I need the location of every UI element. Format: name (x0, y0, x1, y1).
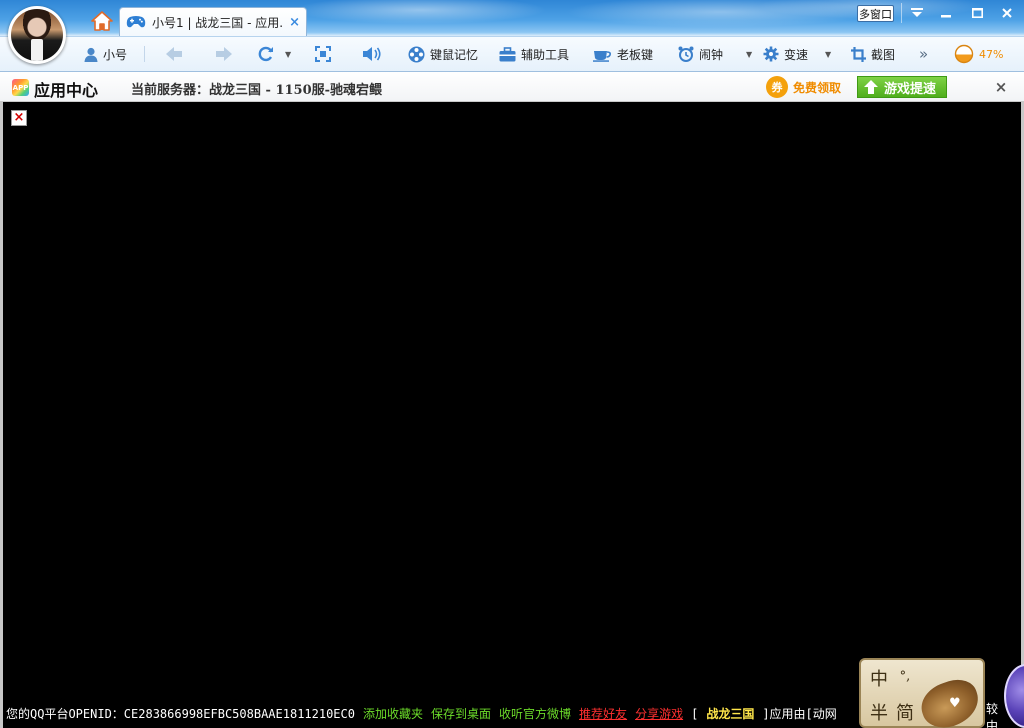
tab-close-button[interactable]: × (289, 15, 300, 30)
tab-game[interactable]: 小号1 | 战龙三国 - 应用... × (119, 7, 307, 36)
toolbar-item-screenshot[interactable]: 截图 (851, 43, 895, 65)
memory-usage-indicator[interactable]: 47% (954, 43, 1003, 65)
provider-prefix: [ (691, 706, 699, 721)
forward-button[interactable] (216, 43, 232, 65)
save-desktop-link[interactable]: 保存到桌面 (431, 705, 491, 722)
share-game-link[interactable]: 分享游戏 (635, 705, 683, 722)
arrow-right-icon (216, 47, 232, 61)
minimize-button[interactable] (932, 3, 960, 23)
arrow-up-house-icon (864, 80, 878, 94)
heart-icon: ♥ (949, 696, 961, 711)
recommend-friends-link[interactable]: 推荐好友 (579, 705, 627, 722)
toolbar-item-alarm[interactable]: 闹钟 ▼ (678, 43, 752, 65)
app-bar-close-button[interactable]: × (993, 78, 1009, 96)
gamepad-icon (126, 16, 146, 28)
window-menu-button[interactable] (903, 3, 931, 23)
toolbar-item-label: 截图 (871, 47, 896, 62)
dropdown-menu-icon (911, 8, 923, 17)
film-reel-icon (408, 46, 425, 62)
follow-weibo-link[interactable]: 收听官方微博 (499, 705, 571, 722)
add-favorites-link[interactable]: 添加收藏夹 (363, 705, 423, 722)
game-provider-text: [ 战龙三国 ]应用由[动网 (691, 705, 845, 722)
ime-punctuation-mode[interactable]: °, (891, 662, 919, 690)
game-name: 战龙三国 (706, 706, 755, 721)
coupon-icon: 券 (766, 76, 788, 98)
status-bar-tail: 较中 (986, 700, 1006, 728)
game-speedup-button[interactable]: 游戏提速 (857, 76, 947, 98)
app-center-logo: APP (12, 79, 29, 96)
ime-halfwidth-mode[interactable]: 半 (865, 698, 893, 726)
account-button[interactable]: 小号 (84, 43, 127, 65)
toolbar-item-boss-key[interactable]: 老板键 (593, 43, 653, 65)
fullscreen-button[interactable] (315, 43, 331, 65)
arrow-left-icon (166, 47, 182, 61)
memory-ball-icon (954, 44, 974, 64)
app-center-title[interactable]: 应用中心 (34, 77, 98, 101)
account-label: 小号 (103, 47, 128, 62)
free-claim-button[interactable]: 券 免费领取 (766, 76, 841, 98)
volume-icon (363, 47, 381, 61)
toolbar-item-label: 闹钟 (699, 47, 724, 62)
openid-text: 您的QQ平台OPENID：CE283866998EFBC508BAAE18112… (6, 706, 355, 721)
maximize-icon (971, 8, 983, 18)
close-icon (1002, 8, 1012, 18)
toolbar-divider (144, 46, 145, 62)
avatar-image (11, 9, 63, 61)
toolbox-icon (499, 46, 516, 61)
speedup-label: 游戏提速 (884, 81, 937, 97)
free-claim-label: 免费领取 (793, 80, 842, 95)
back-button[interactable] (166, 43, 182, 65)
current-server-info: 当前服务器：战龙三国 - 1150服-驰魂宕鳂 (131, 83, 383, 98)
speed-dropdown-caret[interactable]: ▼ (825, 50, 831, 59)
toolbar-item-helper-tools[interactable]: 辅助工具 (499, 43, 569, 65)
more-chevron-icon: » (919, 45, 929, 63)
maximize-button[interactable] (963, 3, 991, 23)
home-icon (91, 11, 113, 31)
broken-image-icon: × (11, 110, 27, 126)
toolbar-item-label: 变速 (784, 47, 809, 62)
toolbar-item-speed[interactable]: 变速 ▼ (763, 43, 831, 65)
crop-icon (851, 46, 866, 62)
volume-button[interactable] (362, 43, 382, 65)
close-window-button[interactable] (993, 3, 1021, 23)
user-avatar[interactable] (8, 6, 66, 64)
memory-usage-label: 47% (979, 47, 1004, 61)
alarm-dropdown-caret[interactable]: ▼ (746, 50, 752, 59)
fullscreen-icon (315, 46, 331, 62)
provider-suffix: ]应用由[动网 (762, 706, 837, 721)
user-icon (84, 47, 98, 62)
ime-simplified-mode[interactable]: 简 (891, 698, 919, 726)
ime-toolbar[interactable]: 中 °, 半 简 ♥ (859, 658, 985, 728)
ime-chinese-mode[interactable]: 中 (865, 664, 893, 692)
window-controls-divider (901, 3, 902, 23)
toolbar-item-label: 辅助工具 (521, 47, 570, 62)
toolbar-more-button[interactable]: » (919, 43, 928, 65)
toolbar-item-label: 键鼠记忆 (430, 47, 479, 62)
tab-title: 小号1 | 战龙三国 - 应用... (152, 15, 282, 30)
toolbar-item-label: 老板键 (617, 47, 654, 62)
home-button[interactable] (90, 10, 114, 32)
teacup-icon (593, 50, 611, 62)
toolbar-item-key-memory[interactable]: 键鼠记忆 (408, 43, 478, 65)
alarm-clock-icon (678, 46, 694, 62)
minimize-icon (941, 15, 951, 18)
gear-icon (763, 46, 779, 62)
multi-window-button[interactable]: 多窗口 (857, 5, 894, 22)
game-viewport[interactable]: × (0, 102, 1024, 698)
refresh-dropdown-caret[interactable]: ▼ (285, 50, 291, 59)
refresh-button[interactable]: ▼ (258, 43, 291, 65)
refresh-icon (258, 46, 273, 62)
